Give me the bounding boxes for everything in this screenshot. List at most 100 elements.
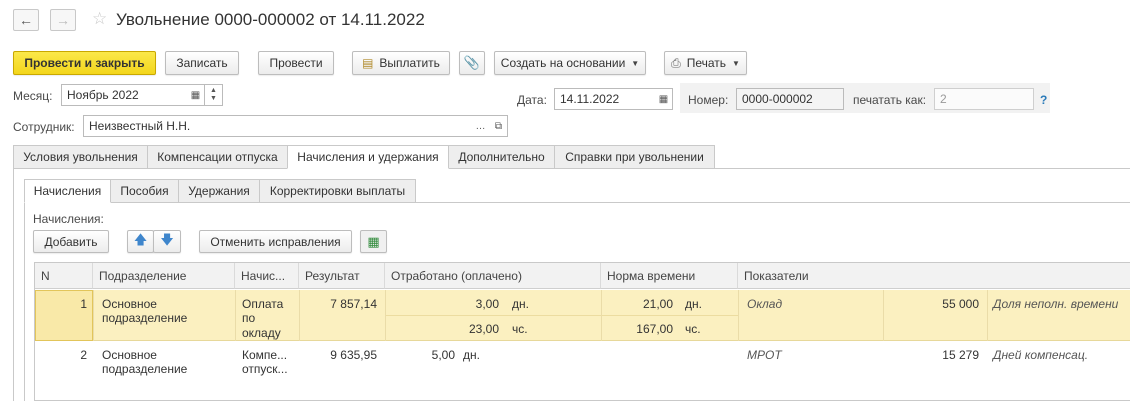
cell-accrual: окладу — [242, 326, 281, 340]
header-worked[interactable]: Отработано (оплачено) — [385, 263, 601, 289]
table-add-icon: ▦ — [367, 233, 380, 249]
print-as-input[interactable]: 2 — [934, 88, 1034, 110]
cell-unit: дн. — [685, 297, 702, 311]
calendar-icon: ▦ — [190, 89, 201, 101]
calendar-icon: ▦ — [658, 93, 669, 105]
paperclip-icon: 📎 — [463, 55, 481, 70]
accruals-table: N Подразделение Начис... Результат Отраб… — [34, 262, 1130, 401]
move-down-button[interactable]: 🡇 — [153, 230, 181, 253]
cell-unit: чс. — [685, 322, 701, 336]
cell-indicator2-name: Доля неполн. времени — [993, 297, 1119, 311]
cell-dept: подразделение — [102, 362, 188, 376]
move-up-button[interactable]: 🡅 — [127, 230, 154, 253]
date-input[interactable]: 14.11.2022 — [554, 88, 656, 110]
add-button[interactable]: Добавить — [33, 230, 109, 253]
date-label: Дата: — [517, 93, 547, 107]
tab-vacation-compensation[interactable]: Компенсации отпуска — [147, 145, 288, 169]
cell-dept: Основное — [102, 297, 157, 311]
printer-icon: ⎙ — [671, 55, 681, 70]
subtab-benefits[interactable]: Пособия — [110, 179, 179, 203]
header-norm[interactable]: Норма времени — [601, 263, 738, 289]
tab-certificates[interactable]: Справки при увольнении — [554, 145, 715, 169]
page-title: Увольнение 0000-000002 от 14.11.2022 — [116, 10, 425, 29]
post-and-close-button[interactable]: Провести и закрыть — [13, 51, 156, 75]
tab-additional[interactable]: Дополнительно — [448, 145, 555, 169]
accruals-section-label: Начисления: — [33, 212, 104, 226]
calendar-button[interactable]: ▦ — [187, 84, 205, 106]
cell-unit: чс. — [512, 322, 528, 336]
cell-unit: дн. — [512, 297, 529, 311]
header-indicators[interactable]: Показатели — [738, 263, 1130, 289]
subtab-accruals[interactable]: Начисления — [24, 179, 111, 203]
cell-n: 2 — [80, 348, 87, 362]
cell-norm-hours: 167,00 — [636, 322, 673, 336]
cell-accrual: Компе... — [242, 348, 288, 362]
cell-indicator-name: Оклад — [747, 297, 783, 311]
header-department[interactable]: Подразделение — [93, 263, 235, 289]
cell-result: 7 857,14 — [330, 297, 377, 311]
help-icon[interactable]: ? — [1040, 93, 1047, 107]
arrow-left-icon: ← — [19, 12, 33, 28]
cell-accrual: по — [242, 311, 256, 325]
print-button[interactable]: ⎙ Печать ▼ — [664, 51, 747, 75]
number-input[interactable]: 0000-000002 — [736, 88, 844, 110]
stepper-up-icon: ▲ — [210, 87, 217, 94]
create-based-on-button[interactable]: Создать на основании ▼ — [494, 51, 646, 75]
cell-dept: Основное — [102, 348, 157, 362]
month-label: Месяц: — [13, 89, 53, 103]
cell-indicator-value: 55 000 — [942, 297, 979, 311]
employee-input[interactable]: Неизвестный Н.Н. — [83, 115, 472, 137]
cell-result: 9 635,95 — [330, 348, 377, 362]
ellipsis-icon: … — [475, 120, 486, 132]
cell-accrual: отпуск... — [242, 362, 288, 376]
header-result[interactable]: Результат — [299, 263, 385, 289]
print-as-label: печатать как: — [853, 93, 927, 107]
forward-button[interactable]: → — [50, 9, 76, 31]
cell-indicator2-name: Дней компенсац. — [993, 348, 1089, 362]
cell-worked-days: 3,00 — [475, 297, 499, 311]
col-sep — [738, 290, 739, 341]
tab-termination-conditions[interactable]: Условия увольнения — [13, 145, 148, 169]
save-button[interactable]: Записать — [165, 51, 239, 75]
employee-select-button[interactable]: … — [471, 115, 491, 137]
employee-label: Сотрудник: — [13, 120, 75, 134]
cell-indicator-value: 15 279 — [942, 348, 979, 362]
date-calendar-button[interactable]: ▦ — [655, 88, 673, 110]
panel-border-left — [13, 168, 14, 401]
col-sep — [93, 290, 94, 341]
chevron-down-icon: ▼ — [631, 58, 640, 68]
cell-n: 1 — [80, 297, 87, 311]
arrow-up-icon: 🡅 — [133, 231, 148, 247]
cancel-fixes-button[interactable]: Отменить исправления — [199, 230, 352, 253]
table-row[interactable]: 2 Основное подразделение Компе... отпуск… — [35, 341, 1130, 393]
row-sub-divider — [385, 315, 738, 316]
subpanel-border-left — [24, 202, 25, 401]
employee-open-button[interactable]: ⧉ — [490, 115, 508, 137]
stepper-down-icon: ▼ — [210, 95, 217, 102]
month-stepper[interactable]: ▲ ▼ — [205, 84, 223, 106]
header-accrual[interactable]: Начис... — [235, 263, 299, 289]
tab-accruals-deductions[interactable]: Начисления и удержания — [287, 145, 449, 169]
subtab-deductions[interactable]: Удержания — [178, 179, 260, 203]
arrow-down-icon: 🡇 — [160, 231, 174, 247]
cell-dept: подразделение — [102, 311, 188, 325]
attach-button[interactable]: 📎 — [459, 51, 485, 75]
subtab-payment-adjustments[interactable]: Корректировки выплаты — [259, 179, 416, 203]
header-n[interactable]: N — [35, 263, 93, 289]
cell-worked-days: 5,00 — [431, 348, 455, 362]
chevron-down-icon: ▼ — [732, 58, 740, 68]
col-sep — [987, 290, 988, 341]
pay-button[interactable]: ▤ Выплатить — [352, 51, 450, 75]
document-icon: ▤ — [362, 56, 374, 70]
post-button[interactable]: Провести — [258, 51, 334, 75]
month-input[interactable]: Ноябрь 2022 — [61, 84, 188, 106]
number-label: Номер: — [688, 93, 729, 107]
back-button[interactable]: ← — [13, 9, 39, 31]
col-sep — [235, 290, 236, 341]
arrow-right-icon: → — [56, 12, 70, 28]
cell-unit: дн. — [463, 348, 480, 362]
favorite-star-icon[interactable]: ☆ — [92, 9, 107, 29]
cell-worked-hours: 23,00 — [468, 322, 499, 336]
table-settings-button[interactable]: ▦ — [360, 230, 387, 253]
table-row[interactable]: 1 Основное подразделение Оплата по оклад… — [35, 290, 1130, 341]
